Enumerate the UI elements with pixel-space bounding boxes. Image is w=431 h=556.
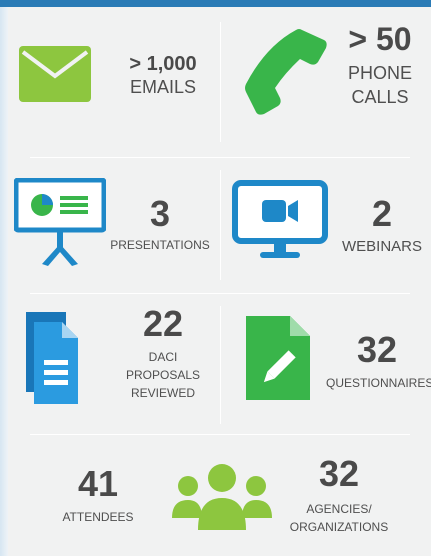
questionnaires-value: 32	[356, 329, 398, 370]
daci-label-line1: DACI	[148, 349, 178, 364]
phone-icon	[245, 29, 327, 115]
daci-label-line3: REVIEWED	[130, 385, 195, 400]
monitor-video-icon	[232, 180, 328, 258]
divider-row-1	[30, 157, 410, 158]
document-icon	[26, 312, 78, 404]
phone-calls-label-line2: CALLS	[351, 87, 409, 108]
people-group-icon	[172, 464, 272, 530]
emails-value: > 1,000	[129, 53, 197, 75]
phone-calls-value: > 50	[348, 21, 412, 57]
attendees-value: 41	[77, 463, 119, 504]
daci-value: 22	[142, 303, 184, 344]
agencies-value: 32	[318, 453, 360, 494]
presentations-label: PRESENTATIONS	[110, 237, 210, 252]
attendees-label: ATTENDEES	[62, 509, 134, 524]
agencies-label-line2: ORGANIZATIONS	[289, 519, 389, 534]
presentation-board-icon	[14, 178, 106, 266]
webinars-value: 2	[371, 193, 393, 234]
envelope-icon	[19, 46, 91, 102]
top-accent-bar	[0, 0, 431, 7]
divider-col-2	[220, 170, 221, 280]
divider-col-1	[220, 22, 221, 142]
divider-row-3	[30, 434, 410, 435]
presentations-value: 3	[149, 193, 171, 234]
divider-row-2	[30, 293, 410, 294]
phone-calls-label-line1: PHONE	[347, 63, 412, 84]
left-accent-bar	[0, 7, 8, 556]
edit-document-icon	[246, 316, 310, 400]
agencies-label-line1: AGENCIES/	[306, 501, 372, 516]
webinars-label: WEBINARS	[341, 237, 422, 255]
daci-label-line2: PROPOSALS	[125, 367, 201, 382]
emails-label: EMAILS	[129, 77, 197, 97]
questionnaires-label: QUESTIONNAIRES	[326, 375, 431, 390]
